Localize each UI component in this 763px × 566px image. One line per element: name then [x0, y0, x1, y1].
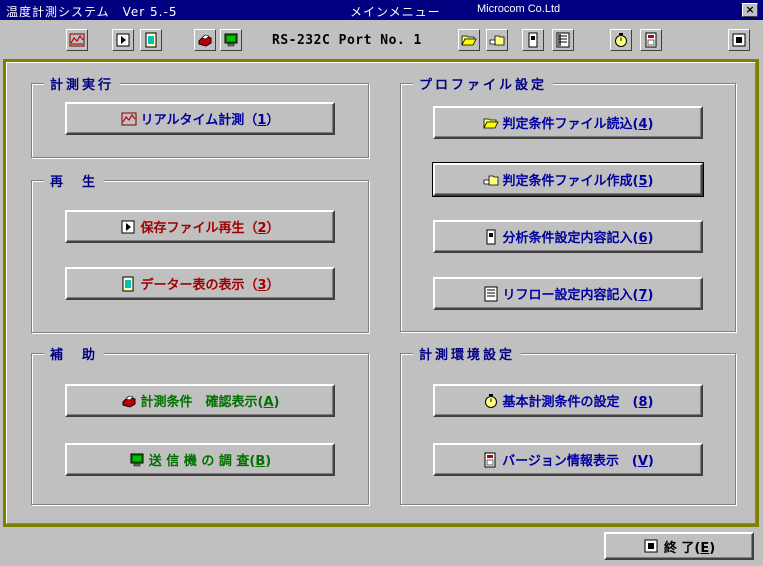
stopwatch-icon [615, 33, 627, 47]
read-file-toolbar-button[interactable] [458, 29, 480, 51]
version-info-button[interactable]: バージョン情報表示 (V) [433, 443, 703, 476]
card-icon [120, 276, 136, 292]
basic-settings-label: 基本計測条件の設定 (8) [502, 395, 654, 410]
folder-open-icon [482, 115, 499, 131]
realtime-measure-label: リアルタイム計測（1） [140, 113, 280, 128]
document-icon [483, 229, 499, 245]
analysis-log-toolbar-button[interactable] [522, 29, 544, 51]
group-replay: 再 生 保存ファイル再生（2） データー表の表示（3） [31, 171, 369, 333]
play-icon [116, 33, 130, 47]
basic-settings-button[interactable]: 基本計測条件の設定 (8) [433, 384, 703, 417]
group-measure: 計測実行 リアルタイム計測（1） [31, 74, 369, 158]
group-measure-label: 計測実行 [44, 74, 121, 93]
stop-icon [643, 538, 659, 554]
group-assist: 補 助 計測条件 確認表示(A) 送 信 機 の 調 査(B) [31, 344, 369, 505]
title-bar: 温度計測システム Ver 5.-5 メインメニュー Microcom Co.Lt… [0, 0, 763, 20]
hand-folder-icon [483, 172, 499, 188]
create-condition-file-label: 判定条件ファイル作成(5) [502, 174, 654, 189]
create-condition-file-button[interactable]: 判定条件ファイル作成(5) [432, 162, 704, 197]
version-icon [482, 452, 498, 468]
app-title: 温度計測システム Ver 5.-5 [6, 5, 178, 19]
document-icon [528, 32, 538, 48]
port-label: RS-232C Port No. 1 [272, 33, 422, 48]
replay-file-button[interactable]: 保存ファイル再生（2） [65, 210, 335, 243]
play-icon [120, 219, 136, 235]
create-file-toolbar-button[interactable] [486, 29, 508, 51]
exit-label: 終 了(E) [663, 540, 716, 556]
analysis-log-label: 分析条件設定内容記入(6) [502, 231, 654, 246]
company-name: Microcom Co.Ltd [477, 3, 561, 15]
data-table-toolbar-button[interactable] [140, 29, 162, 51]
group-profile-label: プロファイル設定 [413, 74, 554, 93]
version-info-label: バージョン情報表示 (V) [502, 454, 654, 469]
printer-icon [198, 34, 212, 47]
transmitter-toolbar-button[interactable] [220, 29, 242, 51]
stopwatch-icon [483, 393, 499, 409]
data-table-button[interactable]: データー表の表示（3） [65, 267, 335, 300]
reflow-log-toolbar-button[interactable] [552, 29, 574, 51]
condition-toolbar-button[interactable] [194, 29, 216, 51]
group-profile: プロファイル設定 判定条件ファイル読込(4) 判定条件ファイル作成(5) 分析条… [400, 74, 736, 332]
realtime-measure-button[interactable]: リアルタイム計測（1） [65, 102, 335, 135]
hand-folder-icon [489, 35, 505, 46]
toolbar: RS-232C Port No. 1 [0, 20, 763, 60]
replay-file-label: 保存ファイル再生（2） [140, 221, 280, 236]
report-icon [483, 286, 499, 302]
read-condition-file-label: 判定条件ファイル読込(4) [502, 117, 654, 132]
replay-toolbar-button[interactable] [112, 29, 134, 51]
close-button[interactable]: × [742, 3, 758, 17]
main-panel-inner: 計測実行 リアルタイム計測（1） 再 生 保存ファイル再生（2） データー表の表… [6, 62, 756, 524]
window-menu-title: メインメニュー [350, 5, 441, 19]
condition-confirm-label: 計測条件 確認表示(A) [140, 395, 280, 410]
reflow-log-button[interactable]: リフロー設定内容記入(7) [433, 277, 703, 310]
condition-confirm-button[interactable]: 計測条件 確認表示(A) [65, 384, 335, 417]
realtime-toolbar-button[interactable] [66, 29, 88, 51]
exit-button[interactable]: 終 了(E) [604, 532, 754, 560]
group-environment-label: 計測環境設定 [413, 344, 522, 363]
monitor-icon [129, 452, 145, 468]
graph-icon [69, 33, 85, 47]
analysis-log-button[interactable]: 分析条件設定内容記入(6) [433, 220, 703, 253]
read-condition-file-button[interactable]: 判定条件ファイル読込(4) [433, 106, 703, 139]
report-icon [556, 32, 570, 48]
basic-settings-toolbar-button[interactable] [610, 29, 632, 51]
graph-icon [121, 111, 137, 127]
version-icon [645, 32, 657, 48]
exit-toolbar-button[interactable] [728, 29, 750, 51]
data-table-label: データー表の表示（3） [140, 278, 280, 293]
printer-icon [121, 393, 137, 409]
group-environment: 計測環境設定 基本計測条件の設定 (8) バージョン情報表示 (V) [400, 344, 736, 505]
version-toolbar-button[interactable] [640, 29, 662, 51]
card-icon [145, 32, 157, 48]
transmitter-check-label: 送 信 機 の 調 査(B) [148, 454, 272, 469]
folder-open-icon [461, 35, 477, 46]
transmitter-check-button[interactable]: 送 信 機 の 調 査(B) [65, 443, 335, 476]
group-assist-label: 補 助 [44, 344, 105, 363]
reflow-log-label: リフロー設定内容記入(7) [502, 288, 654, 303]
stop-icon [732, 33, 746, 47]
group-replay-label: 再 生 [44, 171, 105, 190]
bottom-bar: 終 了(E) [0, 529, 763, 566]
monitor-icon [224, 33, 238, 47]
main-panel: 計測実行 リアルタイム計測（1） 再 生 保存ファイル再生（2） データー表の表… [3, 59, 759, 527]
